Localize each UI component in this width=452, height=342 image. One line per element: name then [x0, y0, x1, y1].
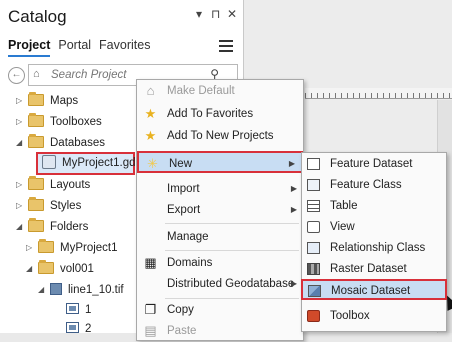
folder-icon [38, 238, 54, 253]
paste-icon: ▤ [144, 323, 157, 338]
tree-item-maps[interactable]: ▷ Maps [16, 91, 78, 111]
tree-item-band-2[interactable]: 2 [66, 319, 91, 339]
folder-icon [28, 133, 44, 148]
star-icon: ★ [144, 106, 157, 121]
context-menu: ⌂ Make Default ★ Add To Favorites ★ Add … [136, 79, 304, 341]
expand-icon[interactable]: ▷ [16, 112, 28, 132]
collapse-icon[interactable]: ◢ [38, 280, 50, 300]
feature-dataset-icon [307, 158, 320, 170]
menu-item-export[interactable]: Export ▶ [137, 199, 303, 221]
tree-item-vol001[interactable]: ◢ vol001 [26, 259, 94, 279]
tree-item-styles[interactable]: ▷ Styles [16, 196, 81, 216]
submenu-item-feature-class[interactable]: Feature Class [302, 175, 446, 196]
domains-icon: ▦ [144, 255, 157, 270]
close-icon[interactable]: ✕ [227, 7, 237, 21]
folder-icon [38, 259, 54, 274]
expand-icon[interactable]: ▷ [16, 175, 28, 195]
tree-item-folders[interactable]: ◢ Folders [16, 217, 88, 237]
star-icon: ★ [144, 128, 157, 143]
menu-separator [165, 250, 299, 251]
menu-item-manage[interactable]: Manage [137, 226, 303, 248]
relationship-class-icon [307, 242, 320, 254]
menu-item-paste[interactable]: ▤ Paste [137, 320, 303, 342]
folder-icon [28, 91, 44, 106]
tab-portal[interactable]: Portal [58, 38, 91, 57]
submenu-arrow-icon: ▶ [288, 159, 295, 168]
chevron-down-icon[interactable]: ▾ [196, 7, 202, 21]
collapse-icon[interactable]: ◢ [16, 133, 28, 153]
feature-class-icon [307, 179, 320, 191]
ruler [305, 88, 452, 99]
menu-separator [165, 223, 299, 224]
geodatabase-icon [42, 154, 56, 169]
submenu-item-feature-dataset[interactable]: Feature Dataset [302, 154, 446, 175]
home-icon: ⌂ [146, 83, 155, 98]
raster-dataset-icon [307, 263, 320, 275]
collapse-icon[interactable]: ◢ [16, 217, 28, 237]
submenu-arrow-icon: ▶ [290, 205, 297, 214]
folder-icon [28, 175, 44, 190]
submenu-item-toolbox[interactable]: Toolbox [302, 306, 446, 327]
menu-item-make-default[interactable]: ⌂ Make Default [137, 80, 303, 102]
menu-item-add-to-new-projects[interactable]: ★ Add To New Projects [137, 125, 303, 147]
folder-icon [28, 217, 44, 232]
toolbox-icon [307, 310, 320, 322]
expand-icon[interactable]: ▷ [16, 196, 28, 216]
menu-item-distributed-geodatabase[interactable]: Distributed Geodatabase ▶ [137, 273, 303, 295]
submenu-item-mosaic-dataset[interactable]: Mosaic Dataset [301, 279, 447, 300]
tree-item-tif[interactable]: ◢ line1_10.tif [38, 280, 124, 300]
tree-item-band-1[interactable]: 1 [66, 300, 91, 320]
submenu-item-table[interactable]: Table [302, 196, 446, 217]
pane-title: Catalog [8, 7, 67, 26]
table-icon [307, 200, 320, 212]
home-icon[interactable]: ⌂ [33, 68, 40, 80]
menu-item-copy[interactable]: ❐ Copy [137, 299, 303, 321]
submenu-item-relationship-class[interactable]: Relationship Class [302, 238, 446, 259]
raster-icon [50, 282, 62, 295]
collapse-icon[interactable]: ◢ [26, 259, 38, 279]
menu-item-add-to-favorites[interactable]: ★ Add To Favorites [137, 103, 303, 125]
submenu-arrow-icon: ▶ [290, 184, 297, 193]
tab-favorites[interactable]: Favorites [99, 38, 150, 57]
copy-icon: ❐ [144, 302, 157, 317]
menu-item-new[interactable]: ✳ New ▶ [137, 151, 303, 173]
raster-band-icon [66, 322, 79, 334]
folder-icon [28, 112, 44, 127]
pin-icon[interactable]: ⊓ [211, 7, 220, 21]
new-submenu: Feature Dataset Feature Class Table View… [301, 152, 447, 332]
view-icon [307, 221, 320, 233]
raster-band-icon [66, 303, 79, 315]
new-sparkle-icon: ✳ [147, 156, 158, 171]
tree-item-myproject1[interactable]: ▷ MyProject1 [26, 238, 118, 258]
tab-project[interactable]: Project [8, 38, 51, 57]
mosaic-dataset-icon [308, 285, 321, 297]
submenu-item-view[interactable]: View [302, 217, 446, 238]
tree-item-databases[interactable]: ◢ Databases [16, 133, 105, 153]
menu-icon[interactable] [219, 40, 233, 55]
expand-icon[interactable]: ▷ [16, 91, 28, 111]
expand-icon[interactable]: ▷ [26, 238, 38, 258]
tree-item-layouts[interactable]: ▷ Layouts [16, 175, 90, 195]
submenu-arrow-icon: ▶ [290, 279, 297, 288]
catalog-tabs: Project Portal Favorites [8, 38, 150, 57]
tree-item-gdb[interactable]: MyProject1.gdb [42, 153, 142, 173]
tree-item-toolboxes[interactable]: ▷ Toolboxes [16, 112, 102, 132]
back-icon[interactable]: ← [8, 67, 25, 84]
menu-item-import[interactable]: Import ▶ [137, 178, 303, 200]
submenu-item-raster-dataset[interactable]: Raster Dataset [302, 259, 446, 280]
menu-item-domains[interactable]: ▦ Domains [137, 252, 303, 274]
folder-icon [28, 196, 44, 211]
